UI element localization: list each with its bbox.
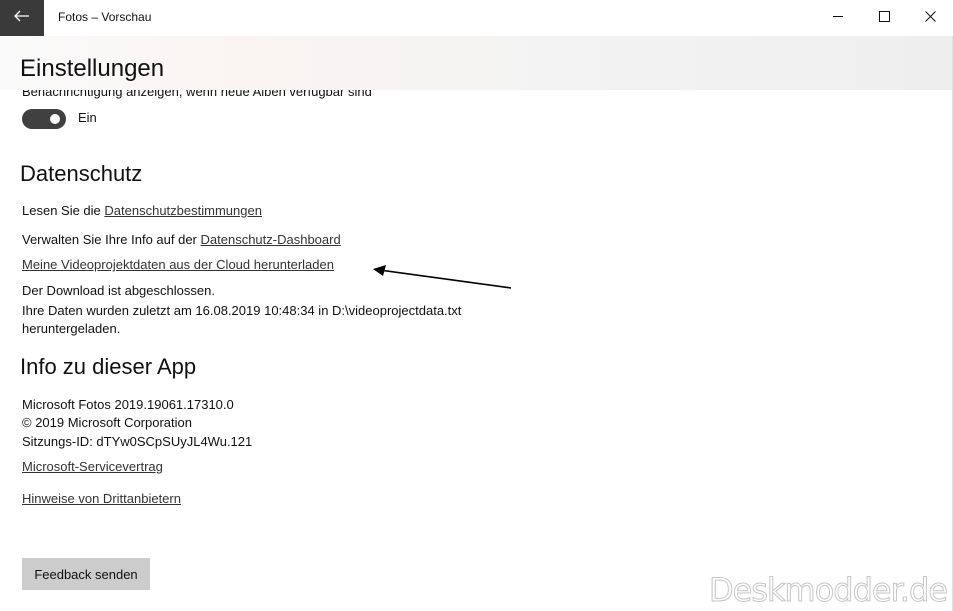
notification-setting-label: Benachrichtigung anzeigen, wenn neue Alb… [22, 90, 372, 99]
about-section-title: Info zu dieser App [20, 354, 197, 379]
close-icon [924, 9, 936, 27]
notification-toggle[interactable] [22, 109, 66, 129]
privacy-dashboard-link[interactable]: Datenschutz-Dashboard [201, 232, 341, 247]
title-bar: Fotos – Vorschau [0, 0, 953, 37]
privacy-section-title: Datenschutz [20, 161, 143, 186]
privacy-policy-line: Lesen Sie die Datenschutzbestimmungen [22, 203, 262, 218]
close-button[interactable] [907, 0, 953, 36]
copyright: © 2019 Microsoft Corporation [22, 415, 192, 430]
page-title: Einstellungen [20, 55, 165, 82]
privacy-dashboard-line: Verwalten Sie Ihre Info auf der Datensch… [22, 232, 341, 247]
app-version: Microsoft Fotos 2019.19061.17310.0 [22, 397, 234, 412]
third-party-notices-link[interactable]: Hinweise von Drittanbietern [22, 491, 181, 506]
session-id: Sitzungs-ID: dTYw0SCpSUyJL4Wu.121 [22, 434, 253, 449]
toggle-knob [50, 114, 60, 124]
toggle-state-label: Ein [78, 110, 97, 125]
maximize-button[interactable] [861, 0, 907, 36]
download-details-line: Ihre Daten wurden zuletzt am 16.08.2019 … [22, 303, 462, 318]
service-agreement-link[interactable]: Microsoft-Servicevertrag [22, 459, 163, 474]
feedback-button[interactable]: Feedback senden [22, 558, 150, 590]
settings-content[interactable]: Benachrichtigung anzeigen, wenn neue Alb… [0, 90, 953, 611]
back-button[interactable] [0, 0, 44, 36]
privacy-policy-prefix: Lesen Sie die [22, 203, 105, 218]
arrow-left-icon [14, 9, 30, 27]
privacy-dashboard-prefix: Verwalten Sie Ihre Info auf der [22, 232, 201, 247]
download-videoproject-link[interactable]: Meine Videoprojektdaten aus der Cloud he… [22, 257, 334, 272]
maximize-icon [878, 9, 890, 27]
window-title: Fotos – Vorschau [58, 10, 152, 24]
minimize-button[interactable] [815, 0, 861, 36]
download-details-line-2: heruntergeladen. [22, 321, 121, 336]
privacy-policy-link[interactable]: Datenschutzbestimmungen [104, 203, 262, 218]
arrow-annotation-icon [373, 265, 512, 289]
download-status-line: Der Download ist abgeschlossen. [22, 283, 215, 298]
watermark-logo: Deskmodder.de [709, 571, 949, 610]
minimize-icon [832, 9, 844, 27]
